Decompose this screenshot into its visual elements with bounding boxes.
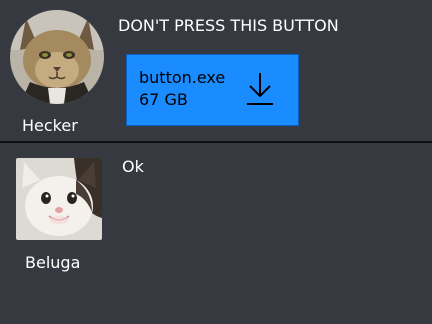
username[interactable]: Beluga bbox=[25, 253, 80, 273]
caracal-cat-avatar[interactable] bbox=[10, 10, 104, 104]
message-hecker: Hecker DON'T PRESS THIS BUTTON button.ex… bbox=[0, 0, 432, 141]
beluga-cat-avatar[interactable] bbox=[16, 158, 102, 240]
username[interactable]: Hecker bbox=[22, 116, 78, 136]
message-text: Ok bbox=[122, 157, 144, 176]
file-attachment[interactable]: button.exe 67 GB bbox=[126, 54, 299, 126]
download-icon[interactable] bbox=[245, 71, 275, 107]
file-name: button.exe bbox=[139, 68, 226, 87]
file-size: 67 GB bbox=[139, 90, 188, 109]
message-text: DON'T PRESS THIS BUTTON bbox=[118, 16, 339, 35]
message-beluga: Beluga Ok bbox=[0, 143, 432, 324]
